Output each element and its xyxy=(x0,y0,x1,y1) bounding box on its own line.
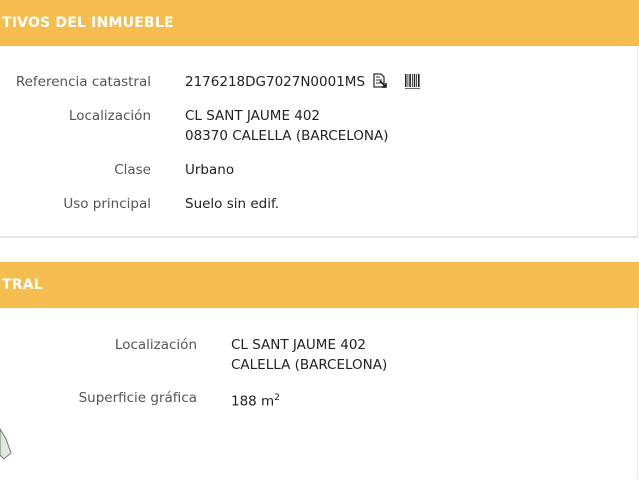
localizacion-label: Localización xyxy=(68,108,151,124)
uso-principal-value: Suelo sin edif. xyxy=(185,196,280,212)
uso-principal-label: Uso principal xyxy=(63,196,151,212)
superficie-grafica-value: 188 m2 xyxy=(231,388,280,412)
parcela-catastral-panel: Localización CL SANT JAUME 402 CALELLA (… xyxy=(0,308,638,478)
parcel-map-shape xyxy=(0,428,12,460)
datos-inmueble-panel: Referencia catastral 2176218DG7027N0001M… xyxy=(0,46,638,238)
parcela-localizacion-label: Localización xyxy=(114,337,197,353)
section-header-datos-inmueble: TIVOS DEL INMUEBLE xyxy=(0,0,639,46)
superficie-value-number: 188 m xyxy=(231,393,275,410)
parcela-localizacion-line2: CALELLA (BARCELONA) xyxy=(231,357,388,373)
barcode-icon[interactable] xyxy=(404,73,422,90)
referencia-label: Referencia catastral xyxy=(15,74,151,90)
section-title: TRAL xyxy=(2,277,43,293)
superficie-unit-superscript: 2 xyxy=(274,393,280,403)
superficie-grafica-label: Superficie gráfica xyxy=(78,390,197,406)
localizacion-line2: 08370 CALELLA (BARCELONA) xyxy=(185,128,389,144)
section-header-parcela-catastral: TRAL xyxy=(0,262,639,308)
referencia-value: 2176218DG7027N0001MS xyxy=(185,74,366,90)
clase-value: Urbano xyxy=(185,162,235,178)
section-title: TIVOS DEL INMUEBLE xyxy=(2,15,174,31)
clase-label: Clase xyxy=(114,162,151,178)
localizacion-line1: CL SANT JAUME 402 xyxy=(185,108,321,124)
section-gap xyxy=(0,238,639,262)
parcela-localizacion-line1: CL SANT JAUME 402 xyxy=(231,337,367,353)
copy-document-icon[interactable] xyxy=(371,72,389,90)
